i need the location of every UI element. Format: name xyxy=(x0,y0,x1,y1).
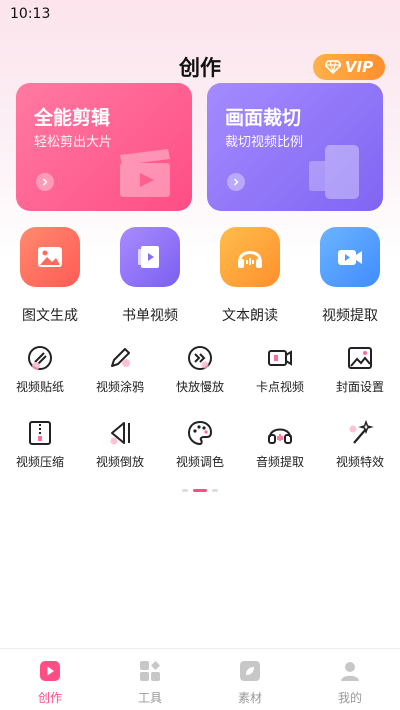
tool-label: 音频提取 xyxy=(255,455,304,469)
page-dot xyxy=(212,488,218,492)
tool-label: 图文生成 xyxy=(22,308,78,324)
profile-icon xyxy=(338,659,362,683)
tool-video-color[interactable]: 视频调色 xyxy=(160,419,240,479)
audio-headphones-icon xyxy=(266,419,294,447)
tool-audio-extract[interactable]: 音频提取 xyxy=(240,419,320,479)
tool-cover-setting[interactable]: 封面设置 xyxy=(320,344,400,404)
card-subtitle: 裁切视频比例 xyxy=(225,135,304,150)
tool-book-video[interactable]: 书单视频 xyxy=(110,227,190,327)
tab-label: 素材 xyxy=(237,691,262,705)
tool-label: 书单视频 xyxy=(122,308,178,324)
tool-text-reading[interactable]: 文本朗读 xyxy=(210,227,290,327)
card-title: 画面裁切 xyxy=(225,107,302,129)
tool-video-doodle[interactable]: 视频涂鸦 xyxy=(80,344,160,404)
tool-label: 视频调色 xyxy=(175,455,224,469)
empty-area xyxy=(0,508,400,648)
page-dot xyxy=(182,488,188,492)
tool-video-extract[interactable]: 视频提取 xyxy=(310,227,390,327)
tab-create[interactable]: 创作 xyxy=(0,649,100,710)
tab-label: 我的 xyxy=(337,691,362,705)
tab-material[interactable]: 素材 xyxy=(200,649,300,710)
tool-label: 视频倒放 xyxy=(95,455,144,469)
fast-forward-icon xyxy=(186,344,214,372)
card-subtitle: 轻松剪出大片 xyxy=(34,135,113,150)
vip-button[interactable]: VIP xyxy=(313,54,385,80)
tool-label: 视频涂鸦 xyxy=(95,380,144,394)
tab-tools[interactable]: 工具 xyxy=(100,649,200,710)
sticker-icon xyxy=(26,344,54,372)
reverse-icon xyxy=(106,419,134,447)
video-clip-icon xyxy=(266,344,294,372)
headphones-icon xyxy=(220,227,280,287)
material-leaf-icon xyxy=(238,659,262,683)
chevron-right-icon xyxy=(227,173,245,191)
cover-image-icon xyxy=(346,344,374,372)
book-video-icon xyxy=(120,227,180,287)
magic-wand-icon xyxy=(346,419,374,447)
compress-icon xyxy=(26,419,54,447)
status-bar: 10:13 xyxy=(0,0,400,30)
diamond-icon xyxy=(324,60,341,74)
status-time: 10:13 xyxy=(10,6,51,22)
card-title: 全能剪辑 xyxy=(34,107,111,129)
vip-label: VIP xyxy=(344,58,374,76)
tool-video-effects[interactable]: 视频特效 xyxy=(320,419,400,479)
phone-crop-icon xyxy=(309,145,359,199)
tool-beat-video[interactable]: 卡点视频 xyxy=(240,344,320,404)
tool-label: 视频特效 xyxy=(335,455,384,469)
chevron-right-icon xyxy=(36,173,54,191)
tools-grid-icon xyxy=(138,659,162,683)
clapperboard-icon xyxy=(120,149,170,197)
image-icon xyxy=(20,227,80,287)
tool-video-reverse[interactable]: 视频倒放 xyxy=(80,419,160,479)
tool-image-text[interactable]: 图文生成 xyxy=(10,227,90,327)
tool-label: 封面设置 xyxy=(335,380,384,394)
tool-label: 文本朗读 xyxy=(222,308,278,324)
tool-video-sticker[interactable]: 视频贴纸 xyxy=(0,344,80,404)
tool-speed-change[interactable]: 快放慢放 xyxy=(160,344,240,404)
tool-video-compress[interactable]: 视频压缩 xyxy=(0,419,80,479)
tab-label: 工具 xyxy=(137,691,162,705)
page-indicator xyxy=(0,487,400,493)
tool-label: 视频贴纸 xyxy=(15,380,64,394)
card-frame-crop[interactable]: 画面裁切 裁切视频比例 xyxy=(207,83,383,211)
page-dot-active xyxy=(193,488,207,492)
video-camera-icon xyxy=(320,227,380,287)
bottom-tab-bar: 创作 工具 素材 我的 xyxy=(0,648,400,710)
card-full-edit[interactable]: 全能剪辑 轻松剪出大片 xyxy=(16,83,192,211)
tool-label: 卡点视频 xyxy=(255,380,304,394)
pen-icon xyxy=(106,344,134,372)
tool-label: 视频提取 xyxy=(322,308,378,324)
tool-label: 快放慢放 xyxy=(175,380,224,394)
tab-label: 创作 xyxy=(37,691,62,705)
tool-label: 视频压缩 xyxy=(15,455,64,469)
tab-profile[interactable]: 我的 xyxy=(300,649,400,710)
palette-icon xyxy=(186,419,214,447)
create-play-icon xyxy=(38,659,62,683)
